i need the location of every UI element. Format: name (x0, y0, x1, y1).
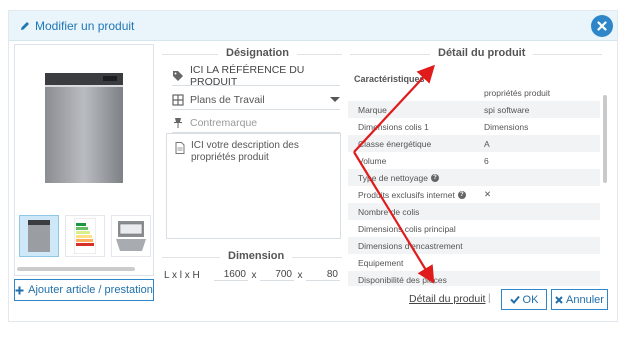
cancel-label: Annuler (566, 293, 604, 306)
help-icon[interactable]: ? (457, 190, 466, 199)
product-detail-link[interactable]: Détail du produit (409, 293, 485, 305)
dimension-separator: x (251, 269, 257, 281)
table-row: Classe énergétique A (348, 135, 600, 152)
category-value: Plans de Travail (190, 93, 265, 106)
dimension-title: Dimension (220, 250, 293, 262)
table-row: Produits exclusifs internet? ✕ (348, 186, 600, 203)
property-name: Volume (348, 156, 476, 166)
help-icon[interactable]: ? (430, 173, 439, 182)
property-name: Dimensions colis 1 (348, 122, 476, 132)
table-row: Type de nettoyage? (348, 169, 600, 186)
add-article-button[interactable]: Ajouter article / prestation (14, 279, 154, 301)
property-name: Produits exclusifs internet? (348, 190, 476, 200)
property-name-text: Equipement (358, 257, 404, 268)
property-name: Equipement (348, 258, 476, 268)
thumbnail-strip (17, 215, 153, 263)
property-name-text: Nombre de colis (358, 206, 420, 217)
property-value: A (484, 138, 490, 149)
property-name-text: Dimensions d'encastrement (358, 240, 463, 251)
document-icon (175, 142, 185, 154)
table-row: Disponibilité des pièces (348, 271, 600, 286)
dimension-label: L x l x H (164, 269, 200, 281)
category-select[interactable]: Plans de Travail (172, 90, 340, 110)
characteristics-table: propriétés produit Marque spi software Dime… (348, 88, 600, 286)
property-name-text: Produits exclusifs internet (358, 189, 455, 200)
thumbnail-open-dishwasher[interactable] (111, 215, 151, 257)
property-name: Classe énergétique (348, 139, 476, 149)
length-input[interactable]: 1600 (214, 269, 248, 281)
table-row: Volume 6 (348, 152, 600, 169)
property-value: ✕ (484, 189, 492, 199)
table-row: Equipement (348, 254, 600, 271)
close-button[interactable] (591, 15, 613, 37)
details-title: Détail du produit (430, 47, 534, 59)
ok-button[interactable]: OK (501, 289, 547, 310)
characteristics-label: Caractéristiques (354, 74, 425, 84)
property-name: Dimensions colis principal (348, 224, 476, 234)
add-article-label: Ajouter article / prestation (28, 284, 153, 296)
designation-title: Désignation (218, 47, 297, 59)
close-icon (597, 21, 607, 31)
property-name: Disponibilité des pièces (348, 275, 476, 285)
brand-placeholder: Contremarque (190, 116, 258, 129)
thumbnail-scrollbar[interactable] (17, 267, 135, 271)
property-name-text: Dimensions colis 1 (358, 121, 429, 132)
tag-icon (173, 70, 183, 81)
table-row: Dimensions d'encastrement (348, 237, 600, 254)
reference-field[interactable]: ICI LA RÉFÉRENCE DU PRODUIT (172, 63, 340, 88)
description-text: ICI votre description des propriétés pro… (191, 140, 299, 163)
property-name-text: Dimensions colis principal (358, 223, 456, 234)
property-name: Marque (348, 105, 476, 115)
property-value: propriétés produit (484, 88, 551, 98)
property-name-text: Disponibilité des pièces (358, 274, 447, 285)
chevron-down-icon (330, 97, 340, 102)
pencil-icon (21, 22, 29, 30)
dishwasher-image (45, 73, 123, 183)
table-row: Nombre de colis (348, 203, 600, 220)
reference-value: ICI LA RÉFÉRENCE DU PRODUIT (190, 63, 305, 88)
cancel-button[interactable]: Annuler (551, 289, 608, 310)
grid-icon (172, 93, 184, 106)
table-scrollbar[interactable] (603, 95, 607, 183)
modal-title-text: Modifier un produit (35, 19, 135, 33)
ok-label: OK (522, 293, 539, 306)
table-row: Dimensions colis principal (348, 220, 600, 237)
table-row: propriétés produit (348, 88, 600, 101)
plus-icon (15, 286, 24, 294)
width-input[interactable]: 700 (260, 269, 294, 281)
property-value: spi software (484, 104, 530, 115)
property-value: 6 (484, 155, 489, 166)
thumbnail-dishwasher[interactable] (19, 215, 59, 257)
modal-header: Modifier un produit (9, 11, 617, 41)
product-image-panel (14, 44, 154, 276)
modal-title: Modifier un produit (19, 19, 134, 33)
check-icon (509, 295, 520, 304)
height-input[interactable]: 80 (306, 269, 340, 281)
property-name-text: Type de nettoyage (358, 172, 428, 183)
property-name: Nombre de colis (348, 207, 476, 217)
property-value: Dimensions (484, 121, 529, 132)
description-textarea[interactable]: ICI votre description des propriétés pro… (166, 133, 341, 239)
table-row: Marque spi software (348, 101, 600, 118)
table-row: Dimensions colis 1 Dimensions (348, 118, 600, 135)
dimension-row: L x l x H 1600 x 700 x 80 (164, 268, 342, 282)
property-name-text: Volume (358, 155, 387, 166)
property-name-text: Classe énergétique (358, 138, 432, 149)
footer-separator: | (488, 293, 491, 304)
thumbnail-energy-label[interactable] (65, 215, 105, 257)
pin-icon (174, 117, 182, 128)
property-name-text: Marque (358, 104, 387, 115)
dimension-separator: x (297, 269, 303, 281)
cross-icon (555, 295, 563, 304)
property-name: Dimensions d'encastrement (348, 241, 476, 251)
brand-field[interactable]: Contremarque (172, 113, 340, 133)
property-name: Type de nettoyage? (348, 173, 476, 183)
